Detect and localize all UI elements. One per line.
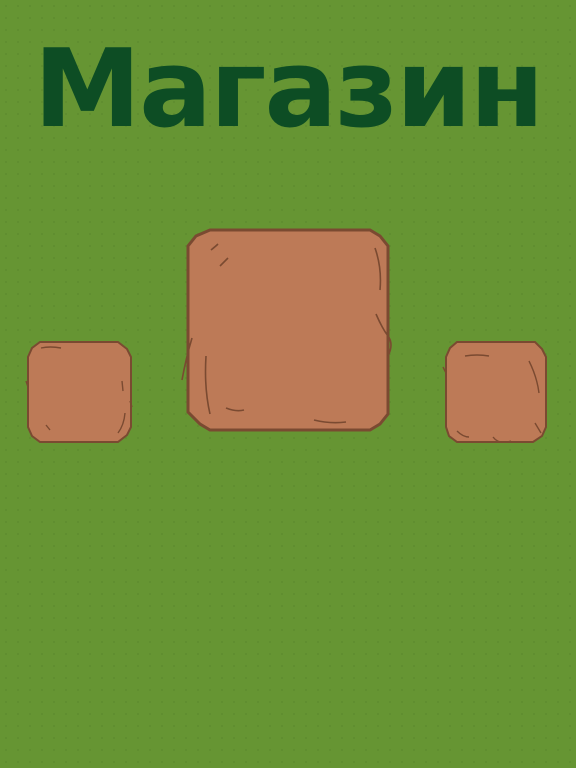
item-slot-left[interactable] <box>25 341 133 443</box>
item-slot-right-frame <box>442 341 547 444</box>
item-slot-left-frame <box>25 341 133 443</box>
shop-title: Магазин <box>33 27 545 152</box>
item-slot-right[interactable] <box>441 341 547 445</box>
item-slot-center-frame <box>181 228 392 432</box>
item-slot-center[interactable] <box>180 228 396 432</box>
